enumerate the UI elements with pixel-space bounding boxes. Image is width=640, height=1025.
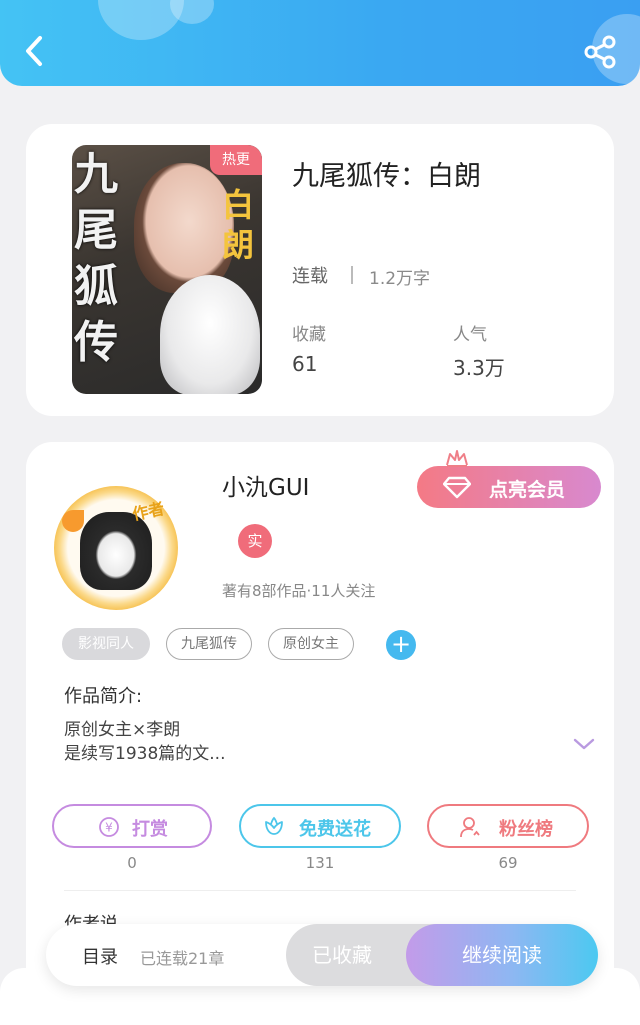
bottom-action-bar: 目录 已连载21章 已收藏 继续阅读 [46, 924, 598, 986]
tag-chip[interactable]: 九尾狐传 [166, 628, 252, 660]
cover-figure [134, 163, 234, 293]
cover-owl [160, 275, 260, 394]
book-info-card: 九尾狐传 白朗 热更 九尾狐传：白朗 连载 1.2万字 收藏 61 人气 3.3… [26, 124, 614, 416]
tip-button[interactable]: ¥ 打赏 [52, 804, 212, 848]
avatar[interactable]: 作者 [54, 486, 178, 610]
svg-text:¥: ¥ [105, 821, 113, 835]
yen-icon: ¥ [99, 817, 119, 837]
send-flower-label: 免费送花 [299, 819, 371, 840]
tip-label: 打赏 [132, 819, 168, 840]
diamond-icon [443, 476, 471, 499]
cover-subtitle: 白朗 [222, 186, 255, 264]
book-title: 九尾狐传：白朗 [292, 161, 481, 192]
intro-line: 原创女主×李朗 [64, 720, 181, 740]
share-icon [584, 35, 616, 69]
author-meta: 著有8部作品·11人关注 [222, 582, 376, 600]
chevron-down-icon[interactable] [572, 736, 596, 752]
tip-count: 0 [127, 854, 137, 872]
chapter-count: 已连载21章 [140, 949, 225, 968]
top-nav-bar [0, 0, 640, 86]
tag-chip[interactable]: 原创女主 [268, 628, 354, 660]
popularity-label: 人气 [453, 325, 487, 345]
add-tag-button[interactable]: + [386, 630, 416, 660]
user-icon [460, 817, 480, 838]
crown-icon [446, 450, 468, 467]
plus-icon: + [390, 630, 412, 658]
intro-line: 是续写1938篇的文... [64, 744, 226, 764]
share-button[interactable] [580, 34, 620, 70]
chevron-left-icon [26, 36, 42, 66]
fan-count: 69 [498, 854, 518, 872]
leaf-decoration [62, 510, 84, 532]
flower-count: 131 [305, 854, 335, 872]
tag-chip[interactable]: 影视同人 [62, 628, 150, 660]
flower-icon [265, 816, 283, 835]
fan-ranking-label: 粉丝榜 [499, 819, 553, 840]
popularity-value: 3.3万 [453, 356, 505, 380]
book-cover[interactable]: 九尾狐传 白朗 热更 [72, 145, 262, 394]
toc-button[interactable]: 目录 [82, 943, 118, 969]
divider [351, 266, 353, 284]
word-count: 1.2万字 [369, 269, 431, 289]
send-flower-button[interactable]: 免费送花 [239, 804, 401, 848]
verified-badge: 实 [238, 524, 272, 558]
divider [64, 890, 576, 891]
favorites-value: 61 [292, 352, 318, 376]
author-name[interactable]: 小氿GUI [222, 468, 309, 502]
continue-reading-button[interactable]: 继续阅读 [406, 924, 598, 986]
vip-button[interactable]: 点亮会员 [417, 450, 601, 508]
favorites-label: 收藏 [292, 325, 326, 345]
book-status: 连载 [292, 266, 328, 287]
fan-ranking-button[interactable]: 粉丝榜 [427, 804, 589, 848]
cover-title: 九尾狐传 [74, 149, 118, 368]
intro-text: 原创女主×李朗 是续写1938篇的文... [64, 718, 544, 766]
vip-button-label: 点亮会员 [489, 479, 566, 501]
hot-badge: 热更 [210, 145, 262, 175]
back-button[interactable] [20, 30, 52, 70]
intro-label: 作品简介: [64, 686, 143, 707]
author-tag: 作者 [130, 498, 166, 525]
